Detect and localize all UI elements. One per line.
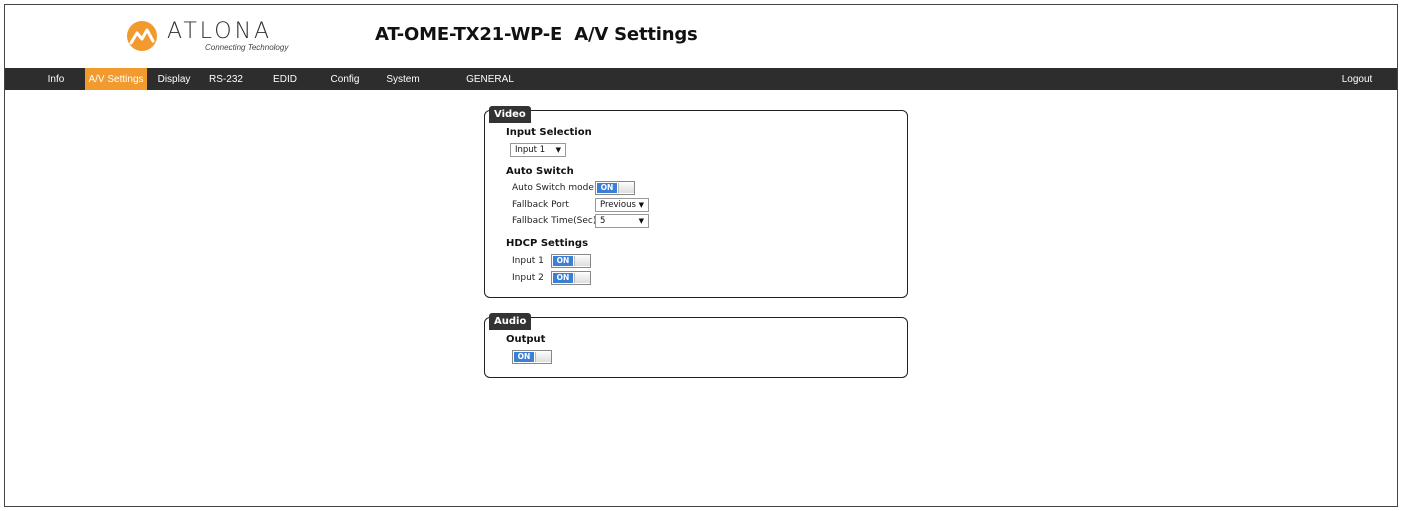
- fallback-time-label: Fallback Time(Sec): [512, 216, 597, 226]
- toggle-on-label: ON: [553, 256, 573, 266]
- toggle-knob: [535, 352, 551, 362]
- atlona-logo: ATLONA Connecting Technology: [125, 19, 315, 53]
- toggle-knob: [618, 183, 634, 193]
- fallback-port-label: Fallback Port: [512, 200, 569, 210]
- audio-output-toggle[interactable]: ON: [512, 350, 552, 364]
- header: ATLONA Connecting Technology AT-OME-TX21…: [5, 5, 1397, 67]
- page-title: AT-OME-TX21-WP-E A/V Settings: [375, 24, 698, 45]
- auto-switch-title: Auto Switch: [506, 166, 574, 177]
- logout-link[interactable]: Logout: [1337, 68, 1377, 90]
- nav-general[interactable]: GENERAL: [465, 68, 515, 90]
- hdcp-input2-toggle[interactable]: ON: [551, 271, 591, 285]
- input-selection-title: Input Selection: [506, 127, 592, 138]
- video-panel: Video Input Selection Input 1 ▼ Auto Swi…: [484, 106, 908, 298]
- toggle-knob: [574, 256, 590, 266]
- nav-info[interactable]: Info: [37, 68, 75, 90]
- nav-config[interactable]: Config: [325, 68, 365, 90]
- nav-edid[interactable]: EDID: [265, 68, 305, 90]
- nav-system[interactable]: System: [383, 68, 423, 90]
- dropdown-arrow-icon: ▼: [638, 201, 644, 209]
- toggle-on-label: ON: [597, 183, 617, 193]
- app-frame: ATLONA Connecting Technology AT-OME-TX21…: [4, 4, 1398, 507]
- hdcp-input2-label: Input 2: [512, 273, 544, 283]
- hdcp-input1-label: Input 1: [512, 256, 544, 266]
- audio-panel: Audio Output ON: [484, 313, 908, 378]
- nav-av-settings[interactable]: A/V Settings: [85, 68, 147, 90]
- video-panel-tab: Video: [489, 106, 531, 123]
- input-selection-dropdown[interactable]: Input 1 ▼: [510, 143, 566, 157]
- hdcp-input1-toggle[interactable]: ON: [551, 254, 591, 268]
- logo-mark-icon: [127, 21, 157, 51]
- fallback-time-value: 5: [600, 216, 606, 226]
- toggle-on-label: ON: [514, 352, 534, 362]
- dropdown-arrow-icon: ▼: [638, 217, 644, 225]
- fallback-port-dropdown[interactable]: Previous ▼: [595, 198, 649, 212]
- nav-display[interactable]: Display: [153, 68, 195, 90]
- nav-rs232[interactable]: RS-232: [203, 68, 249, 90]
- audio-panel-tab: Audio: [489, 313, 532, 330]
- toggle-on-label: ON: [553, 273, 573, 283]
- logo-wordmark: ATLONA: [167, 19, 273, 44]
- logo-tagline: Connecting Technology: [205, 43, 289, 52]
- auto-switch-mode-label: Auto Switch mode: [512, 183, 594, 193]
- input-selection-value: Input 1: [515, 145, 546, 155]
- auto-switch-mode-toggle[interactable]: ON: [595, 181, 635, 195]
- output-title: Output: [506, 334, 546, 345]
- main-nav: Info A/V Settings Display RS-232 EDID Co…: [5, 68, 1397, 90]
- fallback-port-value: Previous: [600, 200, 636, 210]
- fallback-time-dropdown[interactable]: 5 ▼: [595, 214, 649, 228]
- toggle-knob: [574, 273, 590, 283]
- dropdown-arrow-icon: ▼: [555, 146, 561, 154]
- hdcp-settings-title: HDCP Settings: [506, 238, 589, 249]
